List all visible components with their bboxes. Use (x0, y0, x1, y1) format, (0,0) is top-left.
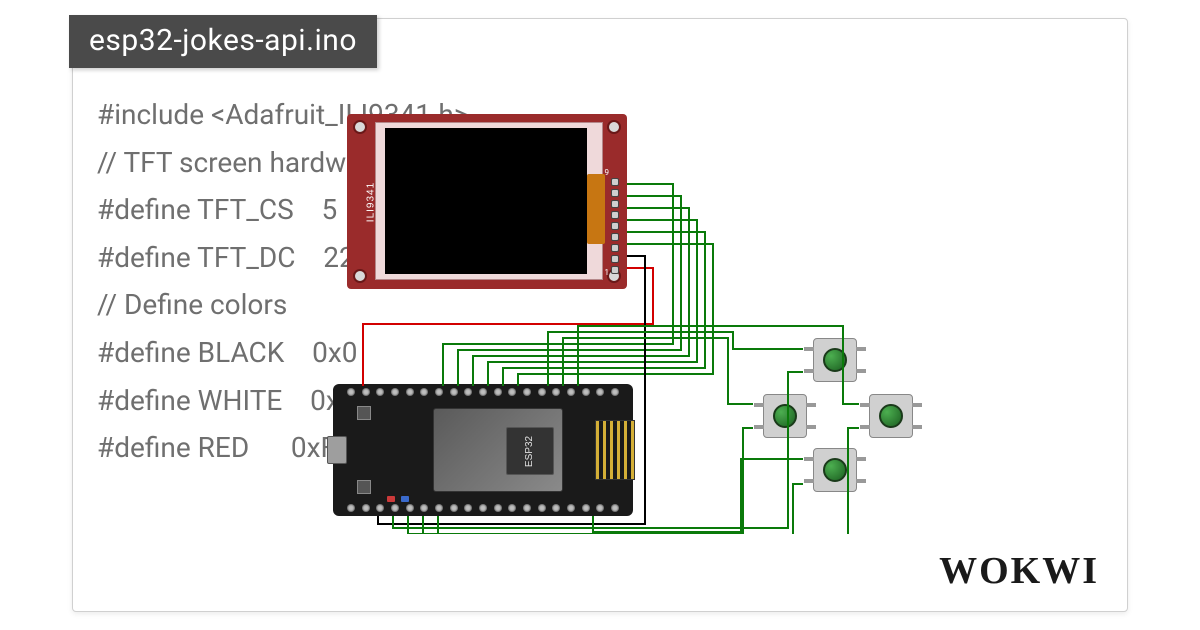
push-button-right[interactable] (869, 394, 913, 438)
button-leg-icon (860, 425, 870, 429)
pin-icon (435, 504, 443, 512)
pin-icon (567, 388, 575, 396)
pin-icon (362, 388, 370, 396)
button-leg-icon (754, 425, 764, 429)
esp32-component[interactable]: ESP32 (333, 384, 633, 516)
push-button-down[interactable] (813, 448, 857, 492)
tft-pin-bottom-label: 1 (605, 268, 610, 277)
pin-icon (611, 189, 619, 197)
pin-icon (494, 388, 502, 396)
pin-icon (523, 504, 531, 512)
push-button-left[interactable] (763, 394, 807, 438)
pin-icon (611, 388, 619, 396)
pin-header-bottom (347, 504, 619, 512)
pin-icon (420, 388, 428, 396)
button-leg-icon (804, 369, 814, 373)
button-leg-icon (754, 403, 764, 407)
pin-icon (406, 504, 414, 512)
pin-icon (508, 388, 516, 396)
button-leg-icon (804, 347, 814, 351)
status-led-icon (401, 496, 409, 502)
button-leg-icon (856, 347, 866, 351)
mounting-hole-icon (607, 120, 621, 134)
circuit-diagram: ILI9341 9 1 ESP32 (333, 114, 1033, 534)
power-led-icon (387, 496, 395, 502)
project-card: esp32-jokes-api.ino #include <Adafruit_I… (72, 18, 1128, 612)
esp32-chip-icon: ESP32 (506, 427, 554, 475)
pin-icon (464, 388, 472, 396)
pin-icon (347, 504, 355, 512)
button-leg-icon (806, 403, 816, 407)
pin-icon (450, 504, 458, 512)
file-name: esp32-jokes-api.ino (89, 23, 357, 58)
brand-text: WOKWI (939, 550, 1099, 592)
pin-icon (582, 388, 590, 396)
button-leg-icon (806, 425, 816, 429)
pin-icon (406, 388, 414, 396)
antenna-icon (595, 420, 635, 480)
pin-icon (391, 504, 399, 512)
brand-logo: WOKWI (939, 549, 1099, 593)
button-leg-icon (912, 425, 922, 429)
tft-screen (385, 128, 587, 274)
pin-icon (611, 211, 619, 219)
tft-pin-top-label: 9 (605, 168, 610, 177)
pin-icon (611, 178, 619, 186)
boot-button-icon (357, 480, 371, 494)
pin-header-top (347, 388, 619, 396)
mounting-hole-icon (353, 120, 367, 134)
tft-model-label: ILI9341 (366, 181, 377, 221)
pin-icon (611, 255, 619, 263)
pin-icon (596, 504, 604, 512)
pin-icon (435, 388, 443, 396)
pin-icon (494, 504, 502, 512)
pin-icon (523, 388, 531, 396)
pin-icon (450, 388, 458, 396)
pin-icon (552, 504, 560, 512)
pin-icon (567, 504, 575, 512)
pin-icon (611, 233, 619, 241)
button-cap-icon (823, 458, 847, 482)
button-leg-icon (912, 403, 922, 407)
usb-port-icon (327, 436, 347, 464)
pin-icon (582, 504, 590, 512)
pin-icon (479, 388, 487, 396)
button-cap-icon (773, 404, 797, 428)
button-cap-icon (879, 404, 903, 428)
pin-icon (596, 388, 604, 396)
pin-icon (508, 504, 516, 512)
mounting-hole-icon (353, 269, 367, 283)
pin-icon (464, 504, 472, 512)
pin-icon (611, 504, 619, 512)
pin-icon (347, 388, 355, 396)
pin-icon (376, 388, 384, 396)
pin-icon (538, 388, 546, 396)
pin-icon (611, 244, 619, 252)
button-leg-icon (804, 457, 814, 461)
pin-icon (391, 388, 399, 396)
button-leg-icon (856, 369, 866, 373)
pin-icon (611, 266, 619, 274)
pin-icon (362, 504, 370, 512)
button-leg-icon (804, 479, 814, 483)
pin-icon (538, 504, 546, 512)
button-cap-icon (823, 348, 847, 372)
push-button-up[interactable] (813, 338, 857, 382)
button-leg-icon (860, 403, 870, 407)
mcu-label: ESP32 (524, 435, 535, 466)
pin-icon (376, 504, 384, 512)
pin-icon (611, 222, 619, 230)
tft-ribbon-icon (587, 174, 605, 244)
pin-icon (479, 504, 487, 512)
file-title-tab: esp32-jokes-api.ino (69, 15, 377, 68)
rf-shield-icon: ESP32 (433, 408, 563, 492)
tft-display-component[interactable]: ILI9341 9 1 (347, 114, 627, 289)
tft-pin-header (611, 178, 621, 274)
pin-icon (552, 388, 560, 396)
button-leg-icon (856, 479, 866, 483)
button-leg-icon (856, 457, 866, 461)
reset-button-icon (357, 406, 371, 420)
pin-icon (611, 200, 619, 208)
pin-icon (420, 504, 428, 512)
